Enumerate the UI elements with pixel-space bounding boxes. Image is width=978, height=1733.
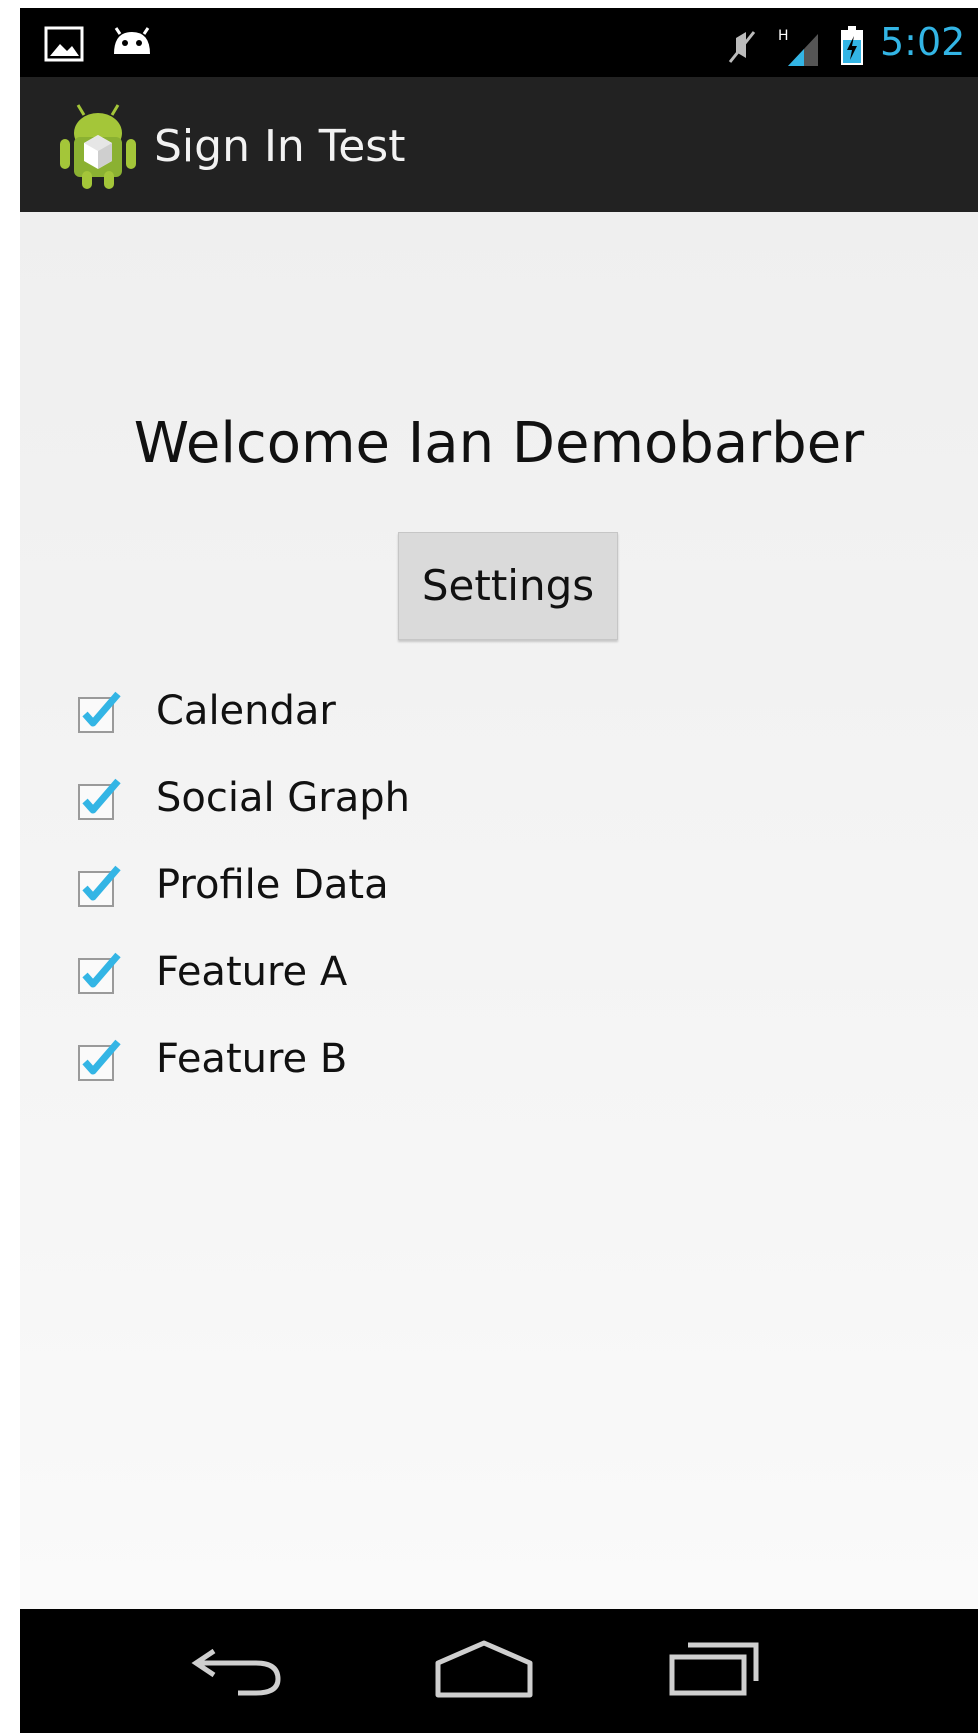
back-icon[interactable] <box>188 1637 288 1701</box>
recent-apps-icon[interactable] <box>666 1637 766 1701</box>
phone-screen: H 5:02 Sign In Test Welcome Ian Demobarb… <box>20 8 978 1733</box>
checkbox-profile-data[interactable]: Profile Data <box>76 846 576 933</box>
checkbox-checked-icon[interactable] <box>76 951 122 997</box>
navigation-bar <box>20 1609 978 1733</box>
checkbox-label: Feature B <box>156 1036 348 1082</box>
gallery-icon <box>44 26 84 62</box>
status-bar: H 5:02 <box>20 8 978 77</box>
app-title: Sign In Test <box>154 121 406 172</box>
checkbox-label: Calendar <box>156 688 336 734</box>
checkbox-checked-icon[interactable] <box>76 864 122 910</box>
battery-icon <box>841 26 863 65</box>
checkbox-social-graph[interactable]: Social Graph <box>76 759 576 846</box>
checkbox-label: Feature A <box>156 949 348 995</box>
checkbox-label: Profile Data <box>156 862 389 908</box>
checkbox-calendar[interactable]: Calendar <box>76 672 576 759</box>
settings-button[interactable]: Settings <box>398 532 618 640</box>
home-icon[interactable] <box>432 1637 536 1701</box>
android-app-icon[interactable] <box>58 103 138 191</box>
signal-icon: H <box>778 28 818 66</box>
checkbox-label: Social Graph <box>156 775 411 821</box>
android-notification-icon <box>114 27 150 54</box>
status-time: 5:02 <box>880 20 966 64</box>
checkbox-feature-a[interactable]: Feature A <box>76 933 576 1020</box>
checkbox-checked-icon[interactable] <box>76 690 122 736</box>
checkbox-checked-icon[interactable] <box>76 777 122 823</box>
mute-icon <box>728 31 756 63</box>
main-content: Welcome Ian Demobarber Settings Calendar… <box>20 212 978 1617</box>
feature-checkbox-list: Calendar Social Graph Profile Data Featu… <box>76 672 576 1107</box>
checkbox-checked-icon[interactable] <box>76 1038 122 1084</box>
network-type-label: H <box>778 28 789 44</box>
welcome-heading: Welcome Ian Demobarber <box>133 411 865 476</box>
action-bar: Sign In Test <box>20 77 978 212</box>
checkbox-feature-b[interactable]: Feature B <box>76 1020 576 1107</box>
